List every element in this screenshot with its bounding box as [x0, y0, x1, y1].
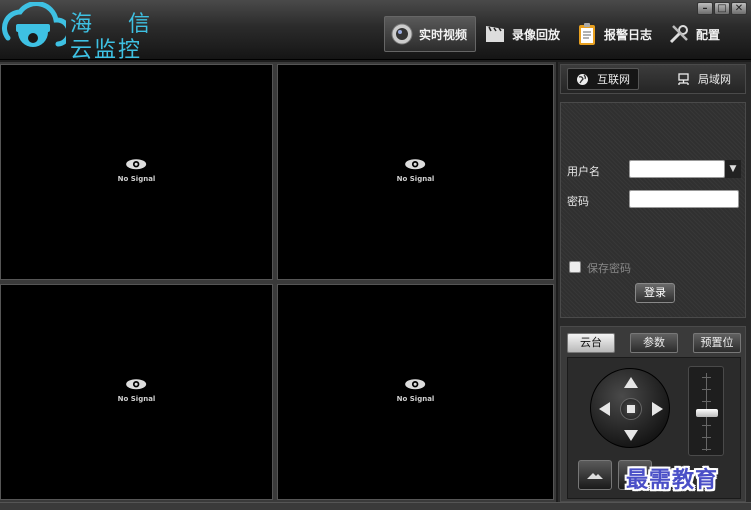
- pan-right-arrow-icon[interactable]: [652, 402, 663, 416]
- tab-live-video-label: 实时视频: [419, 27, 468, 42]
- app-logo: 海信 云监控: [0, 2, 170, 63]
- password-field[interactable]: [629, 190, 739, 208]
- logo-subtitle: 云监控: [70, 38, 143, 63]
- tab-playback-label: 录像回放: [512, 27, 561, 42]
- pan-left-arrow-icon[interactable]: [599, 402, 610, 416]
- tab-config-label: 配置: [696, 27, 721, 42]
- remember-password-label: 保存密码: [587, 262, 631, 275]
- video-cell-1[interactable]: No Signal: [0, 64, 273, 280]
- title-bar: 海信 云监控 实时视频 录像回放 报警日志 配置 – □ ✕: [0, 0, 751, 63]
- eye-icon: [126, 379, 147, 390]
- login-button[interactable]: 登录: [635, 283, 675, 303]
- cloud-camera-icon: [2, 2, 66, 47]
- pan-down-arrow-icon[interactable]: [624, 430, 638, 441]
- tab-internet[interactable]: 互联网: [567, 68, 639, 90]
- ptz-tabs: 云台 参数 预置位: [567, 333, 741, 353]
- no-signal-text: No Signal: [396, 395, 435, 404]
- window-controls: – □ ✕: [696, 2, 747, 15]
- eye-icon: [405, 159, 426, 170]
- login-form: 用户名 ▼ 密码 保存密码 登录: [560, 102, 746, 318]
- watermark-text: 最需教育: [626, 467, 719, 493]
- film-clapper-icon: [482, 21, 508, 47]
- tab-internet-label: 互联网: [597, 73, 630, 86]
- username-dropdown-button[interactable]: ▼: [725, 160, 741, 178]
- tab-config[interactable]: 配置: [662, 16, 728, 52]
- no-signal-text: No Signal: [117, 395, 156, 404]
- remember-password-checkbox[interactable]: [569, 261, 581, 273]
- eye-icon: [126, 159, 147, 170]
- username-label: 用户名: [567, 165, 600, 178]
- password-label: 密码: [567, 195, 589, 208]
- stop-button[interactable]: [620, 398, 642, 420]
- tab-lan[interactable]: 局域网: [669, 68, 739, 90]
- video-cell-4[interactable]: No Signal: [277, 284, 554, 500]
- lan-icon: [677, 72, 690, 86]
- right-panel: 互联网 局域网 用户名 ▼ 密码 保存密码 登录 云台 参数 预置位: [558, 62, 751, 502]
- tools-icon: [666, 21, 692, 47]
- direction-pad: [590, 368, 670, 448]
- minimize-button[interactable]: –: [697, 2, 713, 15]
- slider-thumb[interactable]: [696, 409, 718, 417]
- zoom-out-button[interactable]: [578, 460, 612, 490]
- status-bar: [0, 502, 751, 510]
- clipboard-icon: [574, 21, 600, 47]
- tab-playback[interactable]: 录像回放: [478, 16, 568, 52]
- tab-alarm-log[interactable]: 报警日志: [570, 16, 660, 52]
- maximize-button[interactable]: □: [714, 2, 730, 15]
- camera-lens-icon: [389, 21, 415, 47]
- tab-presets[interactable]: 预置位: [693, 333, 741, 353]
- eye-icon: [405, 379, 426, 390]
- tab-live-video[interactable]: 实时视频: [384, 16, 477, 52]
- tab-ptz[interactable]: 云台: [567, 333, 615, 353]
- close-button[interactable]: ✕: [731, 2, 747, 15]
- video-grid: No Signal No Signal No Signal No Signal: [0, 62, 556, 502]
- tab-lan-label: 局域网: [698, 73, 731, 86]
- main-nav: 实时视频 录像回放 报警日志 配置: [384, 16, 730, 54]
- globe-icon: [576, 73, 589, 86]
- no-signal-text: No Signal: [117, 175, 156, 184]
- tab-alarm-log-label: 报警日志: [604, 27, 653, 42]
- speed-slider[interactable]: [688, 366, 724, 456]
- pan-up-arrow-icon[interactable]: [624, 377, 638, 388]
- tab-params[interactable]: 参数: [630, 333, 678, 353]
- mountain-icon: [587, 473, 603, 479]
- video-cell-3[interactable]: No Signal: [0, 284, 273, 500]
- username-field[interactable]: [629, 160, 725, 178]
- video-cell-2[interactable]: No Signal: [277, 64, 554, 280]
- network-tabs: 互联网 局域网: [560, 64, 746, 94]
- no-signal-text: No Signal: [396, 175, 435, 184]
